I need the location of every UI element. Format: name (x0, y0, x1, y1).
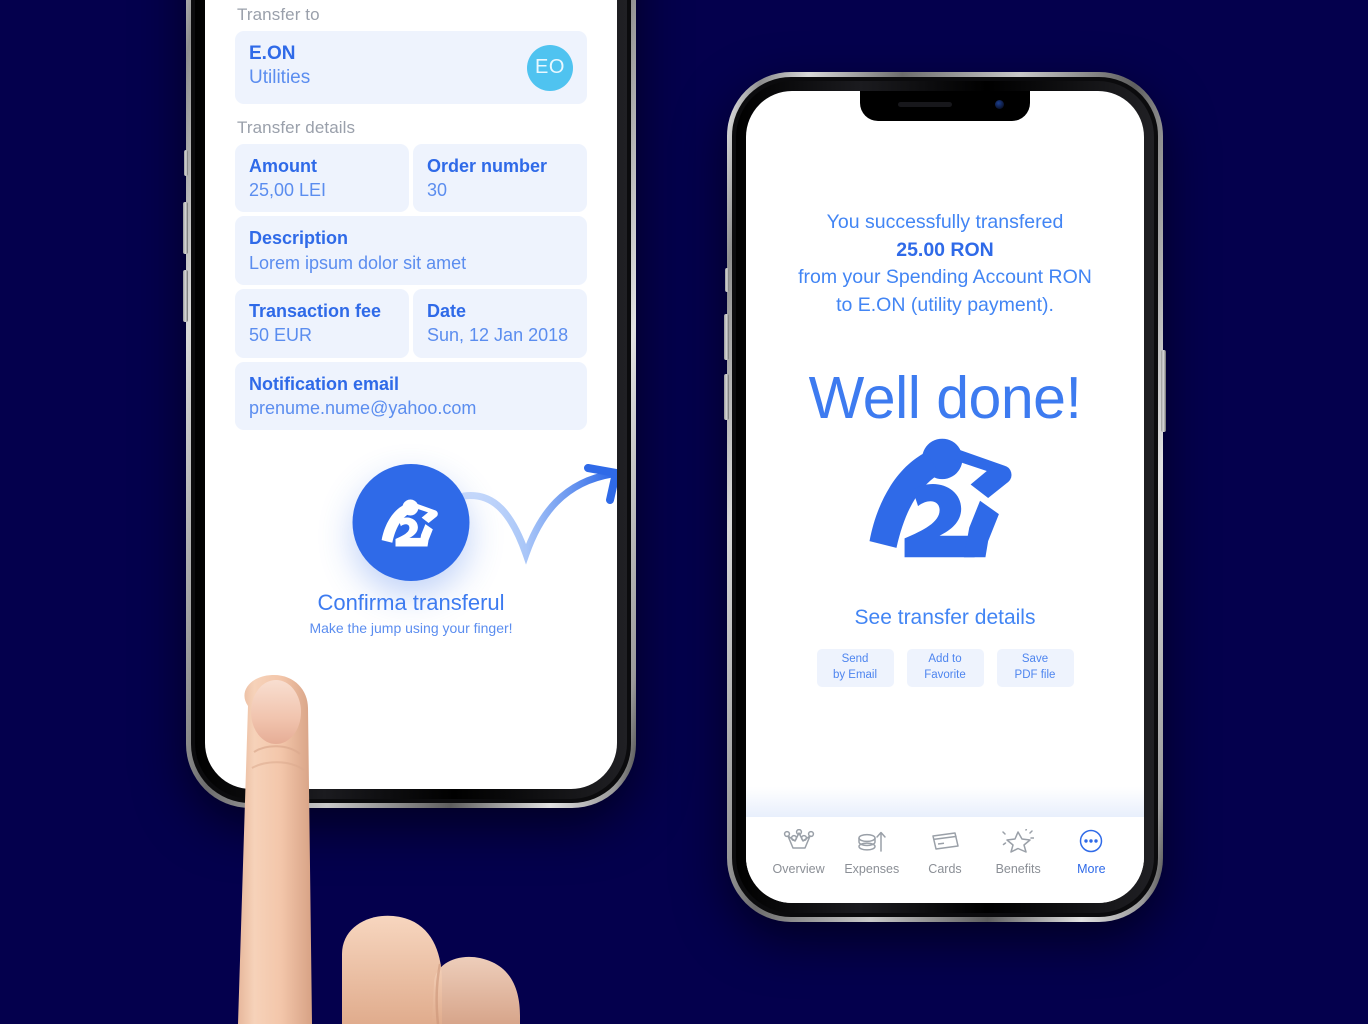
detail-value: 25,00 LEI (249, 180, 327, 201)
overview-crown-icon (783, 829, 814, 849)
table-row: Transaction fee 50 EUR Date Sun, 12 Jan … (235, 289, 587, 358)
btn-line-2: by Email (832, 668, 878, 681)
transfer-details-label: Transfer details (237, 117, 356, 137)
front-camera-icon (995, 100, 1004, 109)
see-transfer-details-link[interactable]: See transfer details (746, 606, 1144, 630)
tab-label: Benefits (995, 862, 1041, 876)
credit-card-icon (932, 832, 959, 850)
detail-value: 50 EUR (249, 325, 313, 346)
detail-key: Order number (427, 155, 548, 176)
volume-down-left[interactable] (183, 270, 188, 322)
well-done-headline: Well done! (808, 364, 1082, 431)
power-button-right[interactable] (1161, 350, 1166, 432)
tab-cards[interactable]: Cards (909, 829, 981, 876)
earpiece-speaker (898, 102, 952, 107)
confirm-transfer-zone: Confirma transferul Make the jump using … (235, 458, 617, 648)
leapfrog-logo-icon (381, 499, 438, 547)
phone-right-screen: You successfully transfered 25.00 RON fr… (746, 91, 1144, 903)
bottom-navigation: Overview Expenses Cards Benefits More (746, 817, 1144, 903)
tab-overview[interactable]: Overview (763, 829, 835, 876)
detail-order-number: Order number 30 (413, 143, 587, 213)
tab-label: More (1077, 862, 1106, 876)
add-to-favorite-button[interactable]: Add to Favorite (906, 648, 984, 687)
btn-line-1: Add to (928, 653, 962, 666)
btn-line-1: Save (1021, 653, 1049, 666)
detail-transaction-fee: Transaction fee 50 EUR (235, 289, 409, 358)
table-row: Description Lorem ipsum dolor sit amet (235, 216, 587, 286)
mute-switch-left[interactable] (184, 150, 188, 176)
transfer-review-page: Transfer from Spending Account RO56BTRL0… (205, 0, 617, 789)
transfer-success-page: You successfully transfered 25.00 RON fr… (746, 91, 1144, 903)
detail-key: Date (427, 301, 467, 322)
btn-line-1: Send (841, 653, 869, 666)
detail-value: Lorem ipsum dolor sit amet (249, 252, 467, 273)
mute-switch-right[interactable] (725, 268, 729, 292)
phone-left: Transfer from Spending Account RO56BTRL0… (183, 0, 636, 808)
send-by-email-button[interactable]: Send by Email (816, 648, 894, 687)
detail-amount: Amount 25,00 LEI (235, 143, 409, 213)
success-message: You successfully transfered 25.00 RON fr… (746, 209, 1144, 320)
success-line-4: to E.ON (utility payment). (836, 294, 1054, 317)
phone-right: You successfully transfered 25.00 RON fr… (724, 72, 1166, 922)
detail-value: prenume.nume@yahoo.com (249, 397, 477, 418)
success-line-1: You successfully transfered (826, 211, 1064, 233)
success-amount: 25.00 RON (896, 238, 994, 261)
content-fade-divider (746, 787, 1144, 817)
action-buttons-row: Send by Email Add to Favorite Save PDF f… (746, 648, 1144, 687)
btn-line-2: PDF file (1014, 668, 1056, 681)
more-dots-icon (1080, 829, 1103, 853)
save-pdf-button[interactable]: Save PDF file (996, 648, 1074, 687)
detail-value: Sun, 12 Jan 2018 (427, 325, 569, 346)
table-row: Notification email prenume.nume@yahoo.co… (235, 361, 587, 431)
detail-notification-email: Notification email prenume.nume@yahoo.co… (235, 361, 587, 431)
payee-avatar: EO (527, 44, 573, 91)
tab-label: Overview (772, 862, 825, 876)
leapfrog-logo-large-icon (869, 438, 1012, 558)
to-account-card[interactable]: E.ON Utilities EO (235, 31, 587, 104)
tab-expenses[interactable]: Expenses (836, 829, 908, 876)
confirm-subtitle: Make the jump using your finger! (309, 620, 513, 637)
volume-down-right[interactable] (724, 374, 729, 420)
phone-notch (860, 91, 1030, 121)
detail-description: Description Lorem ipsum dolor sit amet (235, 216, 587, 286)
transfer-details-table: Amount 25,00 LEI Order number 30 Descrip… (235, 143, 587, 431)
volume-up-left[interactable] (183, 202, 188, 254)
detail-value: 30 (427, 180, 448, 201)
tab-more[interactable]: More (1055, 829, 1127, 876)
coins-arrow-icon (858, 831, 886, 852)
tab-label: Cards (928, 862, 962, 876)
phone-left-screen: Transfer from Spending Account RO56BTRL0… (205, 0, 617, 789)
confirm-logo-button[interactable] (352, 464, 470, 582)
success-line-3: from your Spending Account RON (798, 266, 1092, 289)
confirm-title: Confirma transferul (317, 590, 505, 616)
detail-key: Description (249, 228, 349, 249)
detail-key: Amount (249, 155, 317, 176)
jump-arrow-icon (460, 464, 617, 565)
table-row: Amount 25,00 LEI Order number 30 (235, 143, 587, 213)
tab-label: Expenses (844, 862, 900, 876)
detail-date: Date Sun, 12 Jan 2018 (413, 289, 587, 358)
detail-key: Transaction fee (249, 301, 382, 322)
sparkle-star-icon (1002, 829, 1035, 853)
btn-line-2: Favorite (924, 668, 966, 681)
payee-name: E.ON (249, 43, 296, 65)
payee-category: Utilities (249, 67, 311, 89)
detail-key: Notification email (249, 373, 400, 394)
volume-up-right[interactable] (724, 314, 729, 360)
tab-benefits[interactable]: Benefits (982, 829, 1054, 876)
transfer-to-label: Transfer to (237, 5, 320, 25)
scene: Transfer from Spending Account RO56BTRL0… (0, 0, 1368, 1024)
